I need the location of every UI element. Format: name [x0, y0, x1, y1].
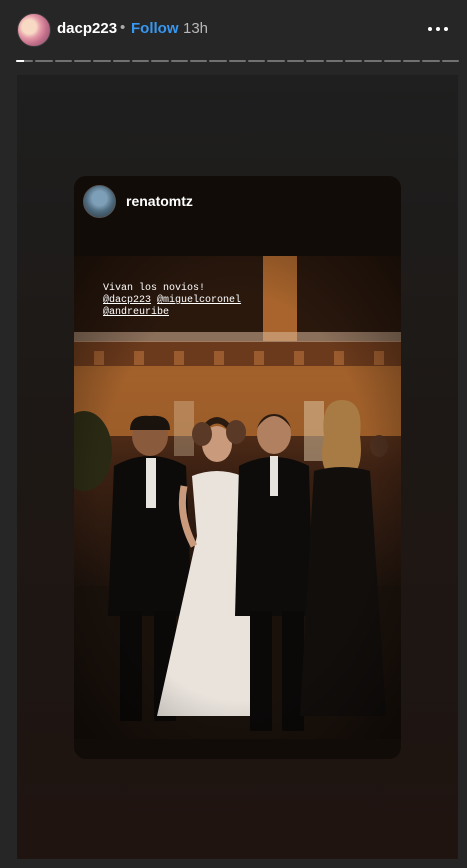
story-header: dacp223 • Follow 13h — [0, 0, 467, 58]
mention-link[interactable]: @dacp223 — [103, 295, 151, 306]
wedding-photo — [74, 256, 401, 739]
progress-segment — [93, 60, 111, 62]
story-caption: Vivan los novios! @dacp223 @miguelcorone… — [103, 283, 241, 319]
follow-button[interactable]: Follow — [131, 20, 179, 37]
story-viewer[interactable]: renatomtz Vivan los novios! @dacp223 @mi… — [17, 75, 458, 859]
progress-segment — [306, 60, 324, 62]
more-options-icon[interactable] — [422, 16, 454, 42]
progress-segment — [54, 60, 73, 62]
progress-segment — [267, 60, 285, 62]
username[interactable]: dacp223 — [57, 20, 117, 37]
progress-segment — [364, 60, 382, 62]
mention-link[interactable]: @miguelcoronel — [157, 295, 241, 306]
avatar[interactable] — [17, 13, 51, 47]
progress-fill — [16, 60, 24, 62]
progress-segment — [383, 60, 401, 62]
progress-segment — [228, 60, 247, 62]
progress-segment — [286, 60, 305, 62]
reshared-username[interactable]: renatomtz — [126, 193, 193, 209]
progress-segment — [35, 60, 53, 62]
more-dot — [444, 27, 448, 31]
progress-segment — [151, 60, 169, 62]
progress-segment — [16, 60, 34, 62]
progress-segment — [248, 60, 266, 62]
progress-segment — [402, 60, 421, 62]
wedding-photo-image — [74, 256, 401, 739]
mention-link[interactable]: @andreuribe — [103, 307, 169, 318]
more-dot — [428, 27, 432, 31]
progress-segment — [209, 60, 227, 62]
progress-segment — [325, 60, 343, 62]
progress-segment — [441, 60, 459, 62]
separator-dot: • — [120, 19, 126, 36]
timestamp: 13h — [183, 20, 209, 37]
reshared-avatar[interactable] — [83, 185, 116, 218]
progress-segment — [190, 60, 208, 62]
progress-segment — [132, 60, 150, 62]
progress-segment — [74, 60, 92, 62]
story-progress-bar — [16, 60, 459, 63]
caption-line: Vivan los novios! — [103, 283, 206, 294]
progress-segment — [112, 60, 131, 62]
progress-segment — [170, 60, 189, 62]
progress-segment — [422, 60, 440, 62]
reshared-story-card[interactable]: renatomtz Vivan los novios! @dacp223 @mi… — [74, 176, 401, 759]
progress-segment — [344, 60, 363, 62]
more-dot — [436, 27, 440, 31]
